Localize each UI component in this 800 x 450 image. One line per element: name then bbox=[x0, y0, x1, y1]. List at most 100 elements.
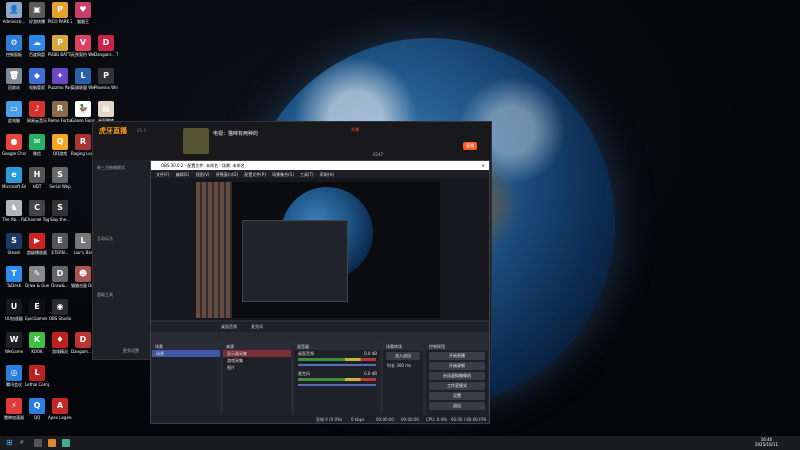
desktop-icon[interactable]: PPUBG BATTLEGR... bbox=[48, 35, 72, 65]
huya-side-item-1[interactable]: 互动玩法 bbox=[97, 236, 113, 242]
desktop-icon[interactable]: ▣ 好游快爆 bbox=[25, 2, 49, 32]
transition-select[interactable]: 淡入淡出 bbox=[386, 352, 420, 360]
desktop-icon[interactable]: ◎ 腾讯会议 bbox=[2, 365, 26, 395]
volume-slider-1[interactable] bbox=[298, 384, 376, 386]
desktop-icon[interactable]: S Slay the... bbox=[48, 200, 72, 230]
desktop-icon-label: The Ab... Rabbit Me... bbox=[2, 217, 26, 222]
app-icon: S bbox=[6, 233, 22, 249]
desktop-icon-label: 网易云音乐 bbox=[27, 118, 47, 123]
desktop-icon-label: 百度网盘 bbox=[29, 52, 45, 57]
desktop-icon[interactable]: ✦Puzzmo Party bbox=[48, 68, 72, 98]
desktop-icon[interactable]: ♪ 网易云音乐 bbox=[25, 101, 49, 131]
desktop-icon[interactable]: PPhoenix Wright A... bbox=[94, 68, 118, 98]
desktop-icon-label: Administr... bbox=[2, 19, 26, 24]
scene-item[interactable]: 场景 bbox=[152, 350, 220, 357]
app-icon: L bbox=[75, 233, 91, 249]
app-icon: ◎ bbox=[6, 365, 22, 381]
desktop-icon[interactable]: ◉ OBS Studio bbox=[48, 299, 72, 329]
desktop-icon[interactable]: U UU加速器 bbox=[2, 299, 26, 329]
desktop-icon[interactable]: Q QQ游戏 bbox=[48, 134, 72, 164]
desktop-icon[interactable]: ♥ 猫猫王 bbox=[71, 2, 95, 32]
desktop-icon[interactable]: P PICO PARK 2 bbox=[48, 2, 72, 32]
huya-start-button[interactable]: 开播 bbox=[351, 127, 359, 133]
desktop-icon[interactable]: ●Google Chrome bbox=[2, 134, 26, 164]
desktop-icon[interactable]: DDanganr... Trigger H... bbox=[94, 35, 118, 65]
obs-window[interactable]: OBS 30.0.2 - 配置文件: 未命名 - 场景: 未命名 ✕ 文件(F)… bbox=[150, 160, 490, 424]
huya-level: 6247 bbox=[373, 152, 384, 157]
desktop-icon[interactable]: ✎Draw & Guess bbox=[25, 266, 49, 296]
app-icon: ◉ bbox=[52, 299, 68, 315]
desktop-icon[interactable]: ✉ 微信 bbox=[25, 134, 49, 164]
huya-side-item-3[interactable]: 更多设置 bbox=[123, 348, 139, 354]
windows-start-icon[interactable]: ⊞ bbox=[6, 438, 13, 447]
desktop-icon-label: Puzzmo Party bbox=[48, 85, 72, 90]
start-streaming-button[interactable]: 开始直播 bbox=[429, 352, 485, 360]
desktop-icon[interactable]: T ToDesk bbox=[2, 266, 26, 296]
search-icon[interactable]: ⌕ bbox=[20, 438, 24, 447]
app-icon: ▭ bbox=[6, 101, 22, 117]
desktop-icon-label: 腾讯会议 bbox=[6, 382, 22, 387]
desktop-icon[interactable]: AApex Legends bbox=[48, 398, 72, 428]
desktop-icon-label: EpicGames Launcher bbox=[25, 316, 49, 321]
scenes-header: 场景 bbox=[152, 343, 220, 350]
app-icon: ● bbox=[6, 134, 22, 150]
desktop-icon-label: KOOK bbox=[31, 349, 43, 354]
status-kbps: 0 kbps bbox=[351, 417, 365, 422]
desktop-icon[interactable]: CChannel Together bbox=[25, 200, 49, 230]
taskbar-app-icon[interactable] bbox=[62, 439, 70, 447]
desktop-icon[interactable]: L英雄联盟 WeGame版 bbox=[71, 68, 95, 98]
studio-mode-button[interactable]: 工作室模式 bbox=[429, 382, 485, 390]
desktop-icon[interactable]: ⚡ 雷神加速器 bbox=[2, 398, 26, 428]
desktop-icon[interactable]: ◆ 电脑管家 bbox=[25, 68, 49, 98]
taskbar-app-icon[interactable] bbox=[34, 439, 42, 447]
desktop-icon-label: 回收站 bbox=[8, 85, 20, 90]
tab-mic[interactable]: 麦克风 bbox=[251, 324, 263, 330]
huya-side-item-2[interactable]: 超级工具 bbox=[97, 292, 113, 298]
obs-titlebar[interactable]: OBS 30.0.2 - 配置文件: 未命名 - 场景: 未命名 ✕ bbox=[151, 161, 489, 170]
transition-duration[interactable]: 时长 300 ms bbox=[383, 362, 423, 369]
desktop-icon[interactable]: V无畏契约 WeGame版 bbox=[71, 35, 95, 65]
exit-button[interactable]: 退出 bbox=[429, 402, 485, 410]
desktop-icon[interactable]: W WeGame bbox=[2, 332, 26, 362]
taskbar-clock[interactable]: 16:40 2025/10/11 bbox=[755, 437, 778, 447]
mixer-track-db: 0.0 dB bbox=[364, 351, 377, 356]
settings-button[interactable]: 设置 bbox=[429, 392, 485, 400]
desktop-icon-label: Phoenix Wright A... bbox=[94, 85, 118, 90]
desktop-icon[interactable]: ♞The Ab... Rabbit Me... bbox=[2, 200, 26, 230]
desktop-icon[interactable]: EEpicGames Launcher bbox=[25, 299, 49, 329]
tab-desktop-audio[interactable]: 桌面音频 bbox=[221, 324, 237, 330]
desktop-icon[interactable]: ▶ 超级播放器 bbox=[25, 233, 49, 263]
huya-live-button[interactable]: 直播 bbox=[463, 142, 477, 150]
desktop-icon[interactable]: ⚙ 控制面板 bbox=[2, 35, 26, 65]
desktop-icon[interactable]: eMicrosoft Edge bbox=[2, 167, 26, 197]
desktop-icon[interactable]: E ETERN... bbox=[48, 233, 72, 263]
desktop-icon[interactable]: S Serial Wep bbox=[48, 167, 72, 197]
taskbar-app-icon[interactable] bbox=[48, 439, 56, 447]
source-item-1[interactable]: 游戏采集 bbox=[223, 357, 291, 364]
desktop-icon[interactable]: RRemo Fortune bbox=[48, 101, 72, 131]
start-recording-button[interactable]: 开始录制 bbox=[429, 362, 485, 370]
desktop-icon[interactable]: ♦ 游戏精灵 bbox=[48, 332, 72, 362]
source-item-0[interactable]: 显示器采集 bbox=[223, 350, 291, 357]
preview-canvas bbox=[196, 182, 440, 318]
desktop-icon[interactable]: K KOOK bbox=[25, 332, 49, 362]
close-icon[interactable]: ✕ bbox=[482, 163, 485, 168]
desktop-icon[interactable]: ☁ 百度网盘 bbox=[25, 35, 49, 65]
desktop-icon-label: ETERN... bbox=[51, 250, 69, 255]
desktop-icon[interactable]: S Steam bbox=[2, 233, 26, 263]
huya-side-item-0[interactable]: 新三方抽唱模式 bbox=[97, 165, 125, 171]
desktop-icon[interactable]: ▭ 此电脑 bbox=[2, 101, 26, 131]
desktop-icon[interactable]: 🗑 回收站 bbox=[2, 68, 26, 98]
desktop-icon[interactable]: LLethal Company bbox=[25, 365, 49, 395]
status-fps: 60.00 / 60.00 FPS bbox=[451, 417, 487, 422]
obs-statusbar: 丢帧 0 (0.0%) 0 kbps 00:00:00 00:00:00 CPU… bbox=[151, 415, 489, 423]
obs-preview[interactable] bbox=[151, 178, 489, 320]
virtual-camera-button[interactable]: 启动虚拟摄像机 bbox=[429, 372, 485, 380]
desktop-icon[interactable]: 👤 Administr... bbox=[2, 2, 26, 32]
mixer-track-db: 0.0 dB bbox=[364, 371, 377, 376]
desktop-icon[interactable]: D Draw&... bbox=[48, 266, 72, 296]
desktop-icon[interactable]: H HDT bbox=[25, 167, 49, 197]
volume-slider-0[interactable] bbox=[298, 364, 376, 366]
desktop-icon[interactable]: Q QQ bbox=[25, 398, 49, 428]
source-item-2[interactable]: 图片 bbox=[223, 364, 291, 371]
